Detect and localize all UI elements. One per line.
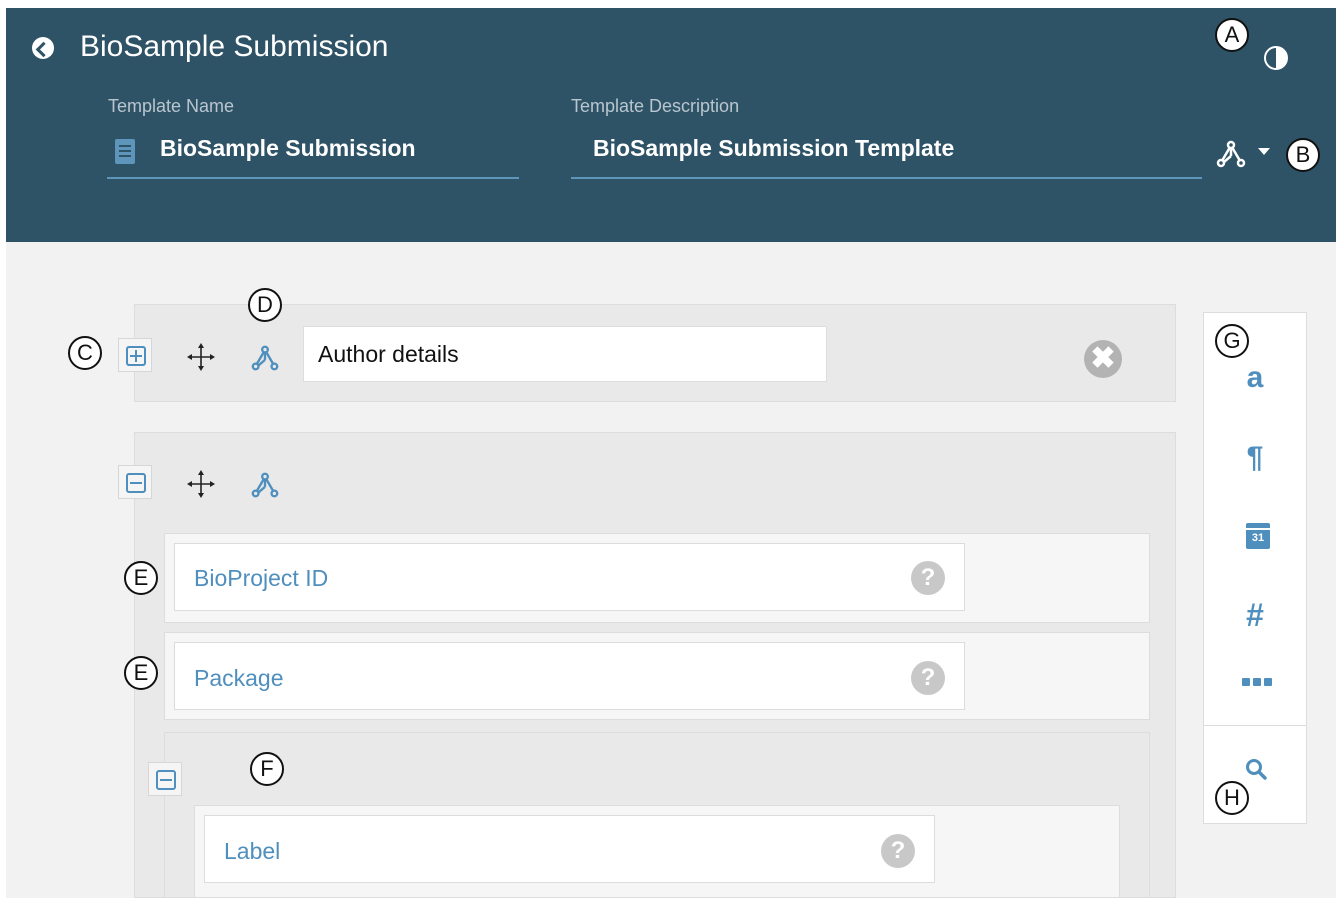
paragraph-icon[interactable]: ¶	[1204, 441, 1306, 475]
callout-e: E	[124, 561, 158, 595]
toolbar-divider	[1204, 725, 1306, 726]
contrast-icon[interactable]	[1264, 46, 1288, 70]
network-icon[interactable]	[250, 343, 280, 373]
callout-h: H	[1215, 781, 1249, 815]
caret-down-icon[interactable]	[1258, 148, 1270, 155]
callout-e: E	[124, 656, 158, 690]
calendar-icon[interactable]: 31	[1246, 523, 1270, 549]
callout-b: B	[1286, 138, 1320, 172]
field-name[interactable]: BioProject ID	[194, 565, 328, 592]
network-icon[interactable]	[250, 470, 280, 500]
template-description-underline	[571, 177, 1202, 179]
callout-c: C	[68, 336, 102, 370]
field-type-toolbar: a ¶ 31 #	[1203, 312, 1307, 824]
callout-a: A	[1215, 18, 1249, 52]
field-name[interactable]: Package	[194, 665, 284, 692]
collapse-button[interactable]	[148, 762, 182, 796]
help-icon[interactable]: ?	[911, 561, 945, 595]
callout-g: G	[1215, 324, 1249, 358]
template-name-input[interactable]: BioSample Submission	[160, 135, 416, 162]
move-icon[interactable]	[186, 342, 216, 372]
template-description-label: Template Description	[571, 96, 740, 116]
field-card[interactable]	[204, 815, 935, 883]
move-icon[interactable]	[186, 469, 216, 499]
field-card[interactable]	[174, 642, 965, 710]
element-name-input[interactable]: Author details	[303, 326, 827, 382]
expand-button[interactable]	[118, 338, 152, 372]
network-icon[interactable]	[1215, 138, 1247, 170]
search-icon[interactable]	[1244, 757, 1268, 781]
text-field-icon[interactable]: a	[1204, 361, 1306, 395]
document-icon	[115, 139, 135, 164]
template-name-underline	[107, 177, 519, 179]
callout-f: F	[250, 752, 284, 786]
collapse-button[interactable]	[118, 465, 152, 499]
help-icon[interactable]: ?	[881, 834, 915, 868]
app-title: BioSample Submission	[80, 30, 389, 63]
number-icon[interactable]: #	[1204, 597, 1306, 634]
more-icon[interactable]	[1242, 678, 1272, 686]
close-icon[interactable]: ✖	[1084, 340, 1122, 378]
template-description-input[interactable]: BioSample Submission Template	[593, 135, 954, 162]
field-name[interactable]: Label	[224, 838, 280, 865]
callout-d: D	[248, 288, 282, 322]
template-name-label: Template Name	[108, 96, 235, 116]
back-icon[interactable]	[32, 37, 54, 59]
help-icon[interactable]: ?	[911, 661, 945, 695]
